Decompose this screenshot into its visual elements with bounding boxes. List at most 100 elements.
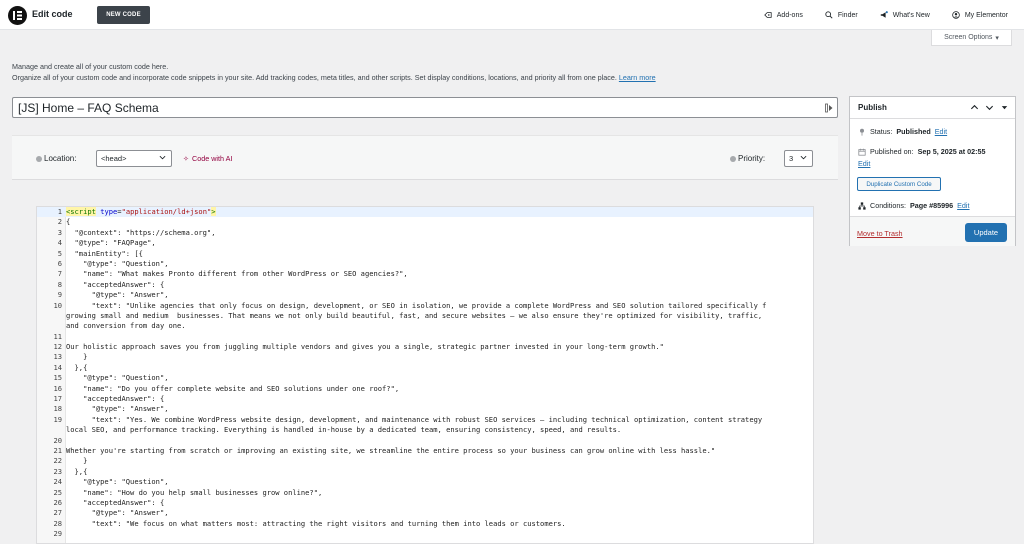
line-number: 22 — [53, 456, 62, 466]
code-line[interactable]: 25 "name": "How do you help small busine… — [37, 488, 813, 498]
code-line-text: "text": "We focus on what matters most: … — [66, 518, 566, 528]
code-line[interactable]: 17 "acceptedAnswer": { — [37, 394, 813, 404]
learn-more-link[interactable]: Learn more — [619, 73, 656, 82]
publish-panel: Publish Status: Published Edit Published… — [849, 96, 1016, 246]
search-icon — [825, 11, 833, 19]
code-line[interactable]: 11 — [37, 332, 813, 342]
line-number: 17 — [53, 394, 62, 404]
publish-title: Publish — [858, 103, 887, 112]
code-line[interactable]: 20 — [37, 436, 813, 446]
code-line[interactable]: 29 — [37, 529, 813, 539]
code-line[interactable]: 23 },{ — [37, 467, 813, 477]
code-line[interactable]: 5 "mainEntity": [{ — [37, 249, 813, 259]
field-action-icon[interactable] — [825, 103, 833, 113]
location-select[interactable]: <head> — [96, 150, 172, 167]
code-line-text: Our holistic approach saves you from jug… — [66, 342, 664, 352]
code-line-text: "text": "Yes. We combine WordPress websi… — [66, 414, 763, 424]
published-on-row: Published on: Sep 5, 2025 at 02:55 — [858, 147, 986, 156]
code-line[interactable]: 27 "@type": "Answer", — [37, 508, 813, 518]
info-icon[interactable] — [36, 155, 42, 162]
line-number: 12 — [53, 342, 62, 352]
addons-link[interactable]: Add-ons — [763, 11, 803, 19]
app-title: Edit code — [32, 9, 73, 19]
code-line[interactable]: 9 "@type": "Answer", — [37, 290, 813, 300]
code-line-text: "@type": "Answer", — [66, 404, 169, 414]
line-number: 21 — [53, 445, 62, 455]
line-number: 29 — [53, 529, 62, 539]
status-edit-link[interactable]: Edit — [935, 127, 947, 136]
code-editor[interactable]: 1 <script type="application/ld+json"> 2{3 … — [36, 206, 814, 544]
whats-new-label: What's New — [892, 11, 930, 19]
code-line[interactable]: 8 "acceptedAnswer": { — [37, 280, 813, 290]
code-line[interactable]: 21 Whether you're starting from scratch o… — [37, 446, 813, 456]
line-number: 10 — [53, 300, 62, 310]
elementor-logo-icon[interactable] — [8, 6, 27, 25]
code-line[interactable]: 22 } — [37, 456, 813, 466]
conditions-edit-link[interactable]: Edit — [957, 201, 969, 210]
code-line[interactable]: 24 "@type": "Question", — [37, 477, 813, 487]
code-line-text: <script type="application/ld+json"> — [66, 207, 216, 216]
code-line-text: "@type": "Question", — [66, 477, 169, 487]
line-number: 24 — [53, 477, 62, 487]
code-line[interactable]: 26 "acceptedAnswer": { — [37, 498, 813, 508]
line-number: 20 — [53, 435, 62, 445]
priority-value: 3 — [789, 154, 794, 163]
code-line[interactable]: 14 },{ — [37, 363, 813, 373]
code-line[interactable]: 4 "@type": "FAQPage", — [37, 238, 813, 248]
code-line-text: "acceptedAnswer": { — [66, 394, 165, 404]
priority-select[interactable]: 3 — [784, 150, 813, 167]
screen-options-toggle[interactable]: Screen Options ▾ — [931, 30, 1012, 46]
code-line[interactable]: 18 "@type": "Answer", — [37, 404, 813, 414]
code-line[interactable]: 12 Our holistic approach saves you from j… — [37, 342, 813, 352]
location-value: <head> — [101, 154, 127, 163]
code-line[interactable]: 7 "name": "What makes Pronto different f… — [37, 269, 813, 279]
code-line-text: "@type": "Question", — [66, 258, 169, 268]
my-elementor-label: My Elementor — [964, 11, 1008, 19]
code-line[interactable]: 1 <script type="application/ld+json"> — [37, 207, 813, 218]
status-row: Status: Published Edit — [858, 127, 947, 136]
duplicate-custom-code-button[interactable]: Duplicate Custom Code — [857, 177, 941, 191]
intro-line-1: Manage and create all of your custom cod… — [12, 62, 169, 71]
intro-text: Manage and create all of your custom cod… — [12, 61, 656, 83]
my-elementor-link[interactable]: My Elementor — [952, 11, 1008, 19]
chevron-up-icon[interactable] — [970, 103, 979, 112]
code-line[interactable]: 6 "@type": "Question", — [37, 259, 813, 269]
finder-label: Finder — [837, 11, 858, 19]
code-line[interactable]: 16 "name": "Do you offer complete websit… — [37, 384, 813, 394]
caret-down-icon[interactable] — [1000, 103, 1009, 112]
code-line[interactable]: 15 "@type": "Question", — [37, 373, 813, 383]
line-number: 15 — [53, 373, 62, 383]
code-line[interactable]: 13 } — [37, 352, 813, 362]
code-line[interactable]: 28 "text": "We focus on what matters mos… — [37, 519, 813, 529]
code-line[interactable]: 10 "text": "Unlike agencies that only fo… — [37, 301, 813, 311]
code-line[interactable]: and conversion from day one. — [37, 321, 813, 331]
code-line[interactable]: growing small and medium businesses. Tha… — [37, 311, 813, 321]
update-button[interactable]: Update — [965, 223, 1007, 242]
new-code-button[interactable]: NEW CODE — [97, 6, 150, 24]
move-to-trash-link[interactable]: Move to Trash — [857, 229, 903, 238]
intro-line-2-text: Organize all of your custom code and inc… — [12, 73, 617, 82]
line-number: 4 — [57, 238, 62, 248]
code-line[interactable]: 2{ — [37, 217, 813, 227]
code-line-text: "@type": "Question", — [66, 373, 169, 383]
code-with-ai-link[interactable]: ✧ Code with AI — [183, 154, 232, 163]
code-line[interactable]: 19 "text": "Yes. We combine WordPress we… — [37, 415, 813, 425]
finder-link[interactable]: Finder — [825, 11, 858, 19]
screen-options-label: Screen Options — [944, 34, 993, 41]
code-line-text: "@type": "FAQPage", — [66, 238, 156, 248]
location-label-group: Location: — [36, 154, 76, 163]
published-edit-link[interactable]: Edit — [858, 159, 870, 168]
chevron-down-icon — [800, 155, 807, 160]
code-line-text: "text": "Unlike agencies that only focus… — [66, 300, 767, 310]
code-title-input[interactable]: [JS] Home – FAQ Schema — [12, 97, 838, 118]
code-with-ai-label: Code with AI — [192, 154, 233, 163]
code-line[interactable]: local SEO, and performance tracking. Eve… — [37, 425, 813, 435]
line-number: 11 — [53, 331, 62, 341]
info-icon[interactable] — [730, 155, 736, 162]
chevron-down-icon[interactable] — [985, 103, 994, 112]
whats-new-link[interactable]: What's New — [880, 11, 930, 19]
published-value: Sep 5, 2025 at 02:55 — [917, 147, 986, 156]
code-lines: 1 <script type="application/ld+json"> 2{3 … — [37, 207, 813, 540]
code-line[interactable]: 3 "@context": "https://schema.org", — [37, 228, 813, 238]
pin-icon — [860, 128, 864, 136]
